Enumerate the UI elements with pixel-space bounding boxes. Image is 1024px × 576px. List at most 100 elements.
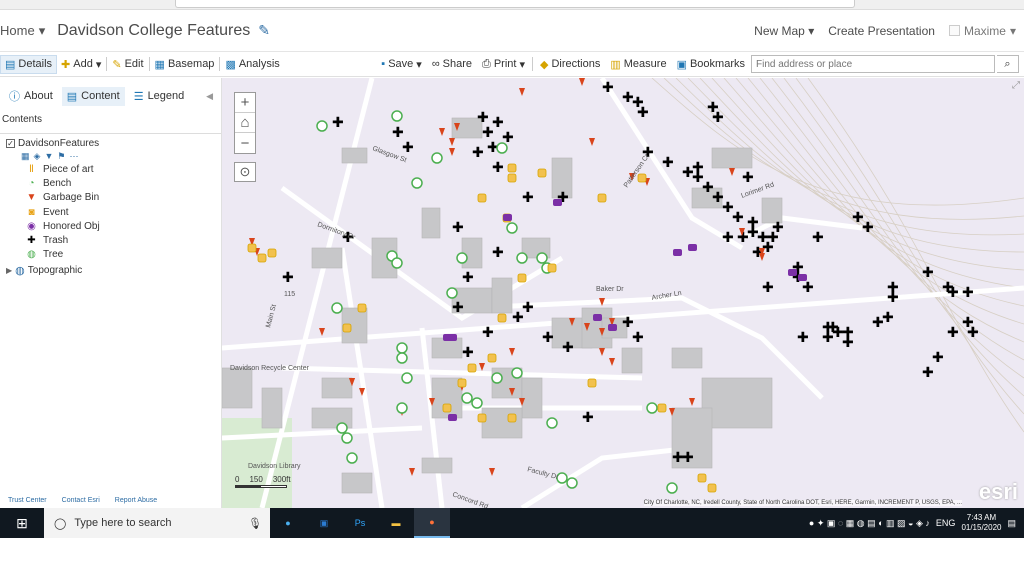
- search-button[interactable]: ⌕: [997, 55, 1019, 73]
- layer-topographic[interactable]: ▶ ◍ Topographic: [6, 264, 221, 277]
- photoshop-icon[interactable]: Ps: [342, 508, 378, 538]
- address-search-input[interactable]: [751, 55, 995, 73]
- honored-icon: ◉: [27, 220, 36, 232]
- trash-icon: ✚: [512, 310, 524, 326]
- outlook-icon[interactable]: ▣: [306, 508, 342, 538]
- art-icon: [637, 173, 647, 183]
- windows-start-icon[interactable]: ⊞: [0, 515, 44, 532]
- bookmarks-button[interactable]: ▣ Bookmarks: [673, 58, 749, 71]
- locate-button[interactable]: ⊙: [234, 162, 256, 182]
- trash-icon: ✚: [562, 340, 574, 356]
- art-icon: [267, 248, 277, 258]
- honored-icon: [503, 214, 512, 221]
- notifications-icon[interactable]: ▤: [1007, 518, 1016, 529]
- clock[interactable]: 7:43 AM 01/15/2020: [961, 513, 1001, 533]
- art-icon: [597, 193, 607, 203]
- map-label: Concord Rd: [451, 491, 489, 508]
- zoom-in-button[interactable]: +: [235, 93, 255, 113]
- address-bar[interactable]: [175, 0, 855, 8]
- collapse-panel-icon[interactable]: ◀: [206, 91, 213, 102]
- contour-line: [807, 78, 1024, 433]
- bench-icon: [456, 252, 468, 264]
- layer-checkbox[interactable]: ✓: [6, 139, 15, 148]
- user-menu[interactable]: Maxime ▾: [948, 24, 1016, 38]
- trash-icon: ✚: [772, 220, 784, 236]
- legend-label: Honored Obj: [43, 220, 100, 232]
- add-button[interactable]: ✚ Add ▾: [57, 52, 105, 76]
- trust-center-link[interactable]: Trust Center: [8, 497, 47, 504]
- art-icon: [442, 403, 452, 413]
- microphone-icon[interactable]: 🎙: [248, 517, 262, 530]
- file-explorer-icon[interactable]: ▬: [378, 508, 414, 538]
- taskbar-search[interactable]: ◯ Type here to search 🎙: [44, 508, 270, 538]
- tab-about[interactable]: ⓘ About: [4, 85, 58, 107]
- save-icon: ▪: [381, 58, 386, 70]
- basemap-icon: ▦: [154, 58, 165, 71]
- garbage-bin-icon: [509, 348, 515, 356]
- bench-icon: [391, 110, 403, 122]
- directions-icon: ◆: [539, 58, 549, 71]
- trash-icon: ✚: [622, 315, 634, 331]
- contact-esri-link[interactable]: Contact Esri: [62, 497, 100, 504]
- more-icon[interactable]: ⋯: [69, 151, 78, 162]
- measure-button[interactable]: ▥ Measure: [606, 58, 670, 71]
- trash-icon: ✚: [922, 265, 934, 281]
- map-view[interactable]: ✚ ✚ ✚ ✚ ✚ ✚ ✚ ✚ ✚ ✚ ✚ ✚ ✚ ✚ ✚ ✚ ✚ ✚ ✚ ✚ ✚ ✚ ✚ ✚ ✚ ✚ ✚ ✚ ✚ ✚ ✚ ✚ ✚ ✚ ✚ ✚ ✚ ✚ ✚ ✚…: [222, 78, 1024, 508]
- expand-icon[interactable]: ▶: [6, 266, 12, 275]
- bench-icon: [411, 177, 423, 189]
- directions-button[interactable]: ◆ Directions: [536, 58, 604, 71]
- taskview-icon[interactable]: ●: [270, 508, 306, 538]
- home-menu[interactable]: Home ▾: [0, 23, 45, 39]
- garbage-bin-icon: [589, 138, 595, 146]
- contents-heading: Contents: [0, 114, 221, 134]
- expand-icon[interactable]: ⤢: [1012, 80, 1020, 91]
- filter-icon[interactable]: ▼: [44, 151, 53, 162]
- page-title: Davidson College Features ✎: [57, 22, 270, 40]
- trash-icon: ✚: [392, 125, 404, 141]
- edit-pencil-icon[interactable]: ✎: [258, 22, 270, 39]
- bench-icon: [446, 287, 458, 299]
- style-icon[interactable]: ◈: [34, 151, 41, 162]
- zoom-out-button[interactable]: −: [235, 133, 255, 153]
- trash-icon: ✚: [522, 300, 534, 316]
- bench-icon: [401, 372, 413, 384]
- report-abuse-link[interactable]: Report Abuse: [115, 497, 157, 504]
- tree-icon: ◍: [27, 249, 36, 261]
- bench-icon: [536, 252, 548, 264]
- new-map-menu[interactable]: New Map ▾: [754, 24, 814, 38]
- language-indicator[interactable]: ENG: [936, 518, 956, 528]
- bench-icon: [471, 397, 483, 409]
- art-icon: [257, 253, 267, 263]
- edit-button[interactable]: ✎ Edit: [108, 52, 147, 76]
- trash-icon: ✚: [722, 230, 734, 246]
- details-icon: ▤: [5, 58, 16, 71]
- analysis-button[interactable]: ▩ Analysis: [221, 52, 283, 76]
- home-extent-button[interactable]: ⌂: [235, 113, 255, 133]
- zoom-controls: + ⌂ −: [234, 92, 256, 154]
- details-button[interactable]: ▤ Details: [0, 54, 58, 74]
- content-icon: ▤: [66, 90, 78, 103]
- cortana-icon: ◯: [54, 517, 67, 530]
- building: [461, 237, 483, 269]
- basemap-button[interactable]: ▦ Basemap: [151, 52, 219, 76]
- create-presentation-link[interactable]: Create Presentation: [828, 24, 935, 38]
- print-button[interactable]: ⎙ Print ▾: [478, 58, 529, 71]
- table-icon[interactable]: ▦: [21, 151, 30, 162]
- bench-icon: [646, 402, 658, 414]
- map-canvas[interactable]: ✚ ✚ ✚ ✚ ✚ ✚ ✚ ✚ ✚ ✚ ✚ ✚ ✚ ✚ ✚ ✚ ✚ ✚ ✚ ✚ ✚ ✚ ✚ ✚ ✚ ✚ ✚ ✚ ✚ ✚ ✚ ✚ ✚ ✚ ✚ ✚ ✚ ✚ ✚ ✚…: [222, 78, 1024, 508]
- tray-icons[interactable]: ● ✦ ▣ ◌ ▦ ◍ ▤ ◐ ▥ ▨ ◒ ◈ ♪: [809, 518, 930, 529]
- save-button[interactable]: ▪ Save ▾: [377, 58, 426, 71]
- trash-icon: ✚: [712, 110, 724, 126]
- layer-davidson-features[interactable]: ✓ DavidsonFeatures: [6, 138, 221, 149]
- firefox-icon[interactable]: ●: [414, 508, 450, 538]
- trash-icon: ✚: [477, 110, 489, 126]
- share-button[interactable]: ∞ Share: [428, 58, 476, 70]
- sidebar: ⓘ About ▤ Content ☰ Legend ◀ Contents ✓ Davi…: [0, 78, 222, 508]
- analysis-icon[interactable]: ⚑: [57, 151, 65, 162]
- legend-item: ◉ Honored Obj: [6, 219, 221, 233]
- tab-legend[interactable]: ☰ Legend: [129, 87, 190, 106]
- trash-icon: ✚: [452, 220, 464, 236]
- tab-content[interactable]: ▤ Content: [61, 86, 125, 106]
- art-icon: [507, 163, 517, 173]
- art-icon: [477, 413, 487, 423]
